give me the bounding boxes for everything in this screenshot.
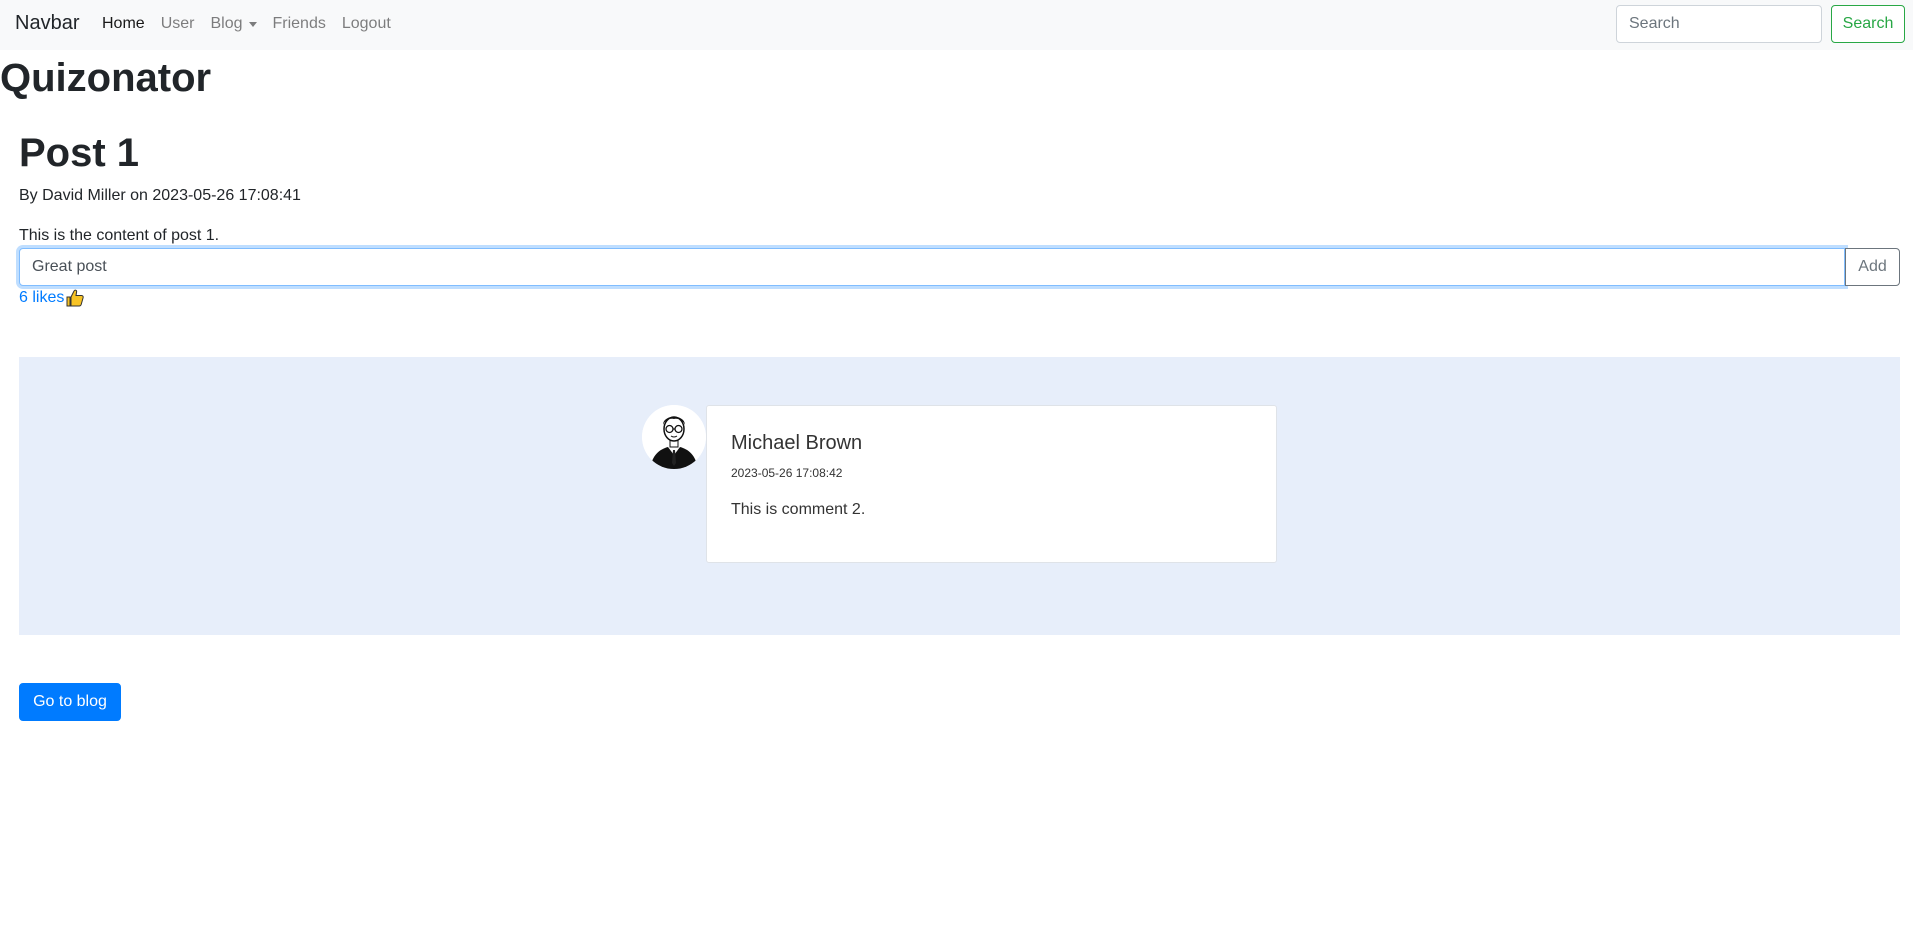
comment-card: Michael Brown 2023-05-26 17:08:42 This i…: [706, 405, 1277, 563]
comment-author: Michael Brown: [731, 432, 863, 454]
comment-date: 2023-05-26 17:08:42: [731, 466, 843, 480]
app-title: Quizonator: [0, 56, 212, 100]
user-avatar-icon: [642, 405, 706, 469]
nav-link-friends[interactable]: Friends: [273, 14, 326, 34]
thumbs-up-icon: [65, 288, 85, 308]
post-meta: By David Miller on 2023-05-26 17:08:41: [19, 187, 301, 204]
nav-link-blog[interactable]: Blog: [210, 14, 257, 34]
likes-link[interactable]: 6 likes: [19, 288, 85, 308]
navbar: Navbar Home User Blog Friends Logout Sea…: [0, 0, 1913, 50]
nav-links: Home User Blog Friends Logout: [102, 14, 407, 34]
add-comment-button[interactable]: Add: [1845, 248, 1900, 286]
post-title: Post 1: [19, 131, 140, 175]
nav-link-blog-label: Blog: [210, 15, 243, 32]
likes-count: 6 likes: [19, 289, 65, 306]
chevron-down-icon: [248, 21, 257, 27]
nav-link-logout[interactable]: Logout: [342, 14, 391, 34]
search-button[interactable]: Search: [1831, 5, 1905, 43]
comment-input[interactable]: [19, 248, 1845, 286]
navbar-brand[interactable]: Navbar: [15, 11, 79, 35]
nav-link-user[interactable]: User: [161, 14, 195, 34]
nav-link-home[interactable]: Home: [102, 14, 145, 34]
comment-text: This is comment 2.: [731, 501, 866, 518]
search-input[interactable]: [1616, 5, 1822, 43]
post-content: This is the content of post 1.: [19, 227, 220, 244]
go-to-blog-button[interactable]: Go to blog: [19, 683, 121, 721]
